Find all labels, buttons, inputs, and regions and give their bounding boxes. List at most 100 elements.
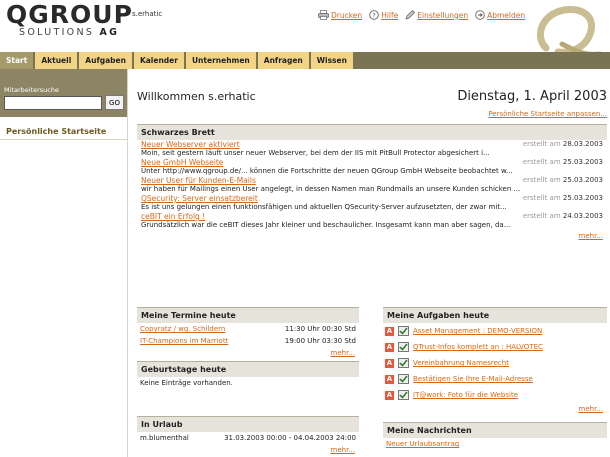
sidebar-item-start[interactable]: Persönliche Startseite [0, 123, 127, 140]
news-created-label: erstellt am [522, 194, 561, 202]
logout-icon [475, 10, 485, 20]
news-date-value: 25.03.2003 [562, 176, 603, 184]
go-button[interactable]: GO [105, 95, 124, 110]
vacation-more-link[interactable]: mehr... [331, 446, 355, 454]
tab-start[interactable]: Start [0, 52, 36, 69]
task-row: A Vereinbahrung Namesrecht [383, 355, 607, 371]
board-title: Schwarzes Brett [137, 124, 607, 140]
top-links: Drucken ? Hilfe Einstellungen Abmelden [318, 10, 525, 20]
tab-aufgaben[interactable]: Aufgaben [79, 52, 134, 69]
search-input[interactable] [4, 96, 102, 110]
tab-aktuell[interactable]: Aktuell [35, 52, 80, 69]
print-link[interactable]: Drucken [318, 10, 362, 20]
appointment-name[interactable]: Copyratz / wg. Schildern [140, 325, 272, 333]
news-created-label: erstellt am [522, 140, 561, 148]
task-label[interactable]: Bestätigen Sie Ihre E-Mail-Adresse [413, 375, 533, 383]
news-title[interactable]: Neue GmbH Webseite [141, 158, 223, 167]
news-text: Moin, seit gestern läuft unser neuer Web… [141, 149, 490, 157]
check-icon [399, 327, 408, 335]
news-text: Unter http://www.qgroup.de/... können di… [141, 167, 513, 175]
vacation-more-row: mehr... [137, 444, 359, 456]
task-label[interactable]: QTrust-Infos komplett an : HALVOTEC [413, 343, 543, 351]
task-label[interactable]: Vereinbahrung Namesrecht [413, 359, 509, 367]
logout-link-label[interactable]: Abmelden [487, 11, 525, 20]
logo-ag-text: AG [99, 27, 120, 38]
task-checkbox[interactable] [398, 326, 409, 336]
news-date-value: 25.03.2003 [562, 158, 603, 166]
task-checkbox[interactable] [398, 358, 409, 368]
appointments-more-row: mehr... [137, 347, 359, 359]
task-row: A IT@work: Foto für die Website [383, 387, 607, 403]
news-title[interactable]: Neuer Webserver aktiviert [141, 140, 240, 149]
svg-text:?: ? [372, 11, 375, 19]
board-more-link[interactable]: mehr... [579, 232, 603, 240]
message-link[interactable]: Neuer Urlaubsantrag [386, 440, 459, 448]
company-logo[interactable]: QGROUP SOLUTIONS AG [6, 2, 133, 38]
priority-badge: A [385, 358, 394, 368]
news-date-value: 28.03.2003 [562, 140, 603, 148]
task-checkbox[interactable] [398, 390, 409, 400]
news-title[interactable]: Neuer User für Kunden-E-Mails [141, 176, 256, 185]
list-item: Neuer Webserver aktiviert erstellt am 28… [141, 140, 603, 158]
tasks-panel: Meine Aufgaben heute A Asset Management … [383, 307, 607, 415]
settings-link[interactable]: Einstellungen [405, 10, 468, 20]
vacation-user: m.blumenthal [140, 434, 189, 442]
task-label[interactable]: IT@work: Foto für die Website [413, 391, 518, 399]
birthdays-empty-text: Keine Einträge vorhanden. [140, 379, 233, 387]
help-link[interactable]: ? Hilfe [369, 10, 398, 20]
print-link-label[interactable]: Drucken [331, 11, 362, 20]
check-icon [399, 359, 408, 367]
check-icon [399, 375, 408, 383]
news-title[interactable]: ceBIT ein Erfolg ! [141, 212, 205, 221]
priority-badge: A [385, 390, 394, 400]
tab-wissen[interactable]: Wissen [310, 52, 355, 69]
list-item: Neuer User für Kunden-E-Mails erstellt a… [141, 176, 603, 194]
tasks-more-link[interactable]: mehr... [579, 405, 603, 413]
tab-unternehmen[interactable]: Unternehmen [185, 52, 258, 69]
vacation-title: In Urlaub [137, 416, 359, 432]
news-date-value: 24.03.2003 [562, 212, 603, 220]
search-label: Mitarbeitersuche [4, 86, 59, 94]
table-row: Copyratz / wg. Schildern 11:30 Uhr 00:30… [137, 323, 359, 335]
messages-title: Meine Nachrichten [383, 422, 607, 438]
news-title[interactable]: QSecurity: Server einsatzbereit [141, 194, 258, 203]
logout-link[interactable]: Abmelden [475, 10, 525, 20]
appointment-time: 19:00 Uhr 03:30 Std [284, 337, 356, 345]
tab-anfragen[interactable]: Anfragen [257, 52, 311, 69]
customize-startpage-link[interactable]: Persönliche Startseite anpassen... [488, 110, 607, 118]
task-label[interactable]: Asset Management : DEMO-VERSION [413, 327, 542, 335]
main-nav: Start Aktuell Aufgaben Kalender Unterneh… [0, 52, 610, 69]
pen-icon [405, 10, 416, 20]
vacation-panel: In Urlaub m.blumenthal 31.03.2003 00:00 … [137, 416, 359, 456]
header-username: s.erhatic [132, 10, 163, 18]
tab-kalender[interactable]: Kalender [133, 52, 186, 69]
birthdays-panel: Geburtstage heute Keine Einträge vorhand… [137, 361, 359, 389]
news-date-value: 25.03.2003 [562, 194, 603, 202]
board-more-row: mehr... [137, 230, 607, 242]
help-link-label[interactable]: Hilfe [381, 11, 398, 20]
news-created-label: erstellt am [522, 212, 561, 220]
help-icon: ? [369, 10, 379, 20]
list-item: QSecurity: Server einsatzbereit erstellt… [141, 194, 603, 212]
logo-sub-text: SOLUTIONS AG [6, 28, 133, 38]
task-checkbox[interactable] [398, 342, 409, 352]
task-checkbox[interactable] [398, 374, 409, 384]
settings-link-label[interactable]: Einstellungen [417, 11, 468, 20]
appointments-panel: Meine Termine heute Copyratz / wg. Schil… [137, 307, 359, 359]
messages-panel: Meine Nachrichten Neuer Urlaubsantrag [383, 422, 607, 450]
appointment-name[interactable]: IT-Champions im Marriott [140, 337, 272, 345]
check-icon [399, 343, 408, 351]
news-date: erstellt am 24.03.2003 [523, 212, 603, 221]
tasks-more-row: mehr... [383, 403, 607, 415]
task-row: A Bestätigen Sie Ihre E-Mail-Adresse [383, 371, 607, 387]
news-text: Grundsätzlich war die ceBIT dieses Jahr … [141, 221, 511, 229]
news-date: erstellt am 25.03.2003 [523, 194, 603, 203]
tasks-title: Meine Aufgaben heute [383, 307, 607, 323]
vacation-range: 31.03.2003 00:00 - 04.04.2003 24:00 [224, 434, 356, 442]
priority-badge: A [385, 342, 394, 352]
employee-search: Mitarbeitersuche GO [0, 69, 127, 117]
task-row: A QTrust-Infos komplett an : HALVOTEC [383, 339, 607, 355]
sidebar: Mitarbeitersuche GO Persönliche Startsei… [0, 69, 128, 457]
appointments-more-link[interactable]: mehr... [331, 349, 355, 357]
list-item: Neue GmbH Webseite erstellt am 25.03.200… [141, 158, 603, 176]
